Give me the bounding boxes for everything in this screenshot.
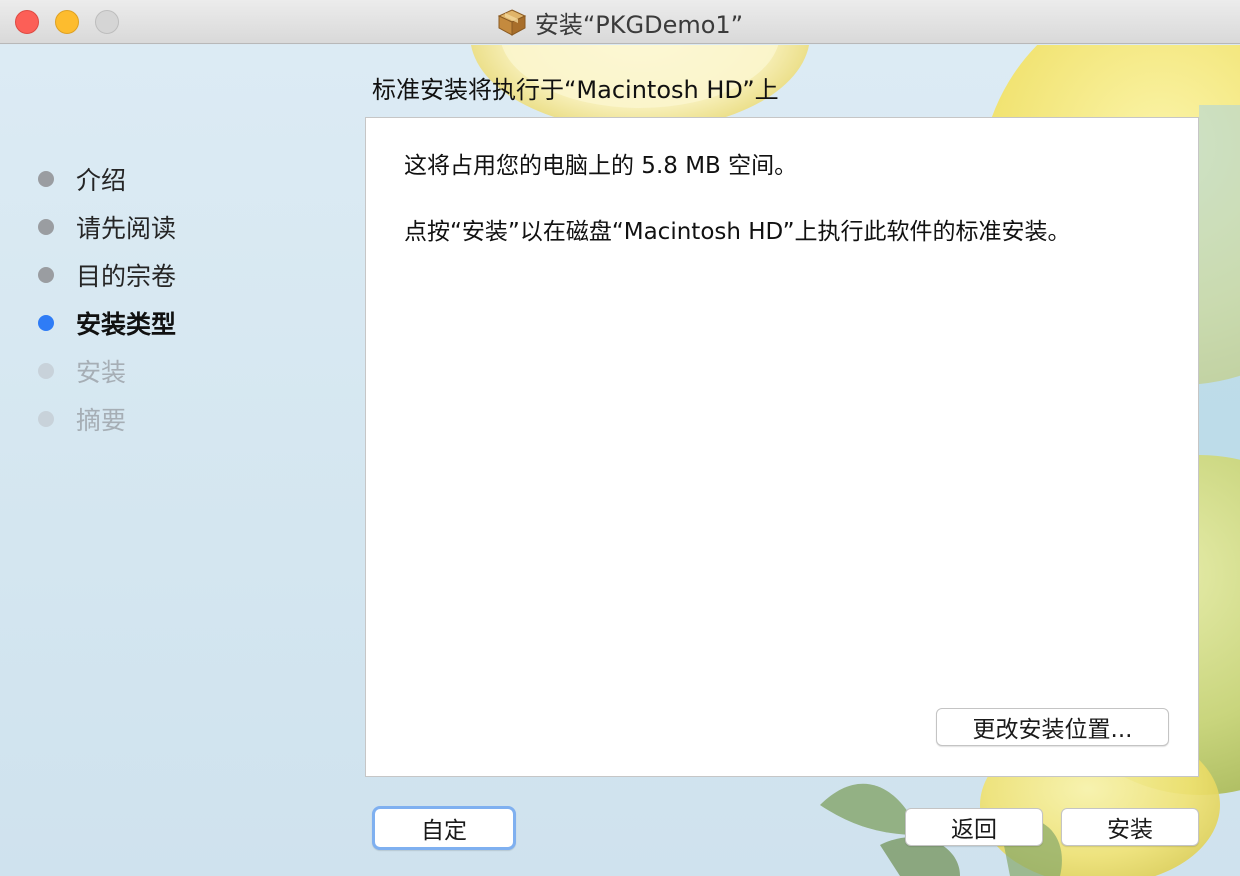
window-title-text: 安装“PKGDemo1” xyxy=(534,10,744,39)
installer-steps-sidebar: 介绍 请先阅读 目的宗卷 安装类型 安装 摘要 xyxy=(38,155,176,443)
step-label: 摘要 xyxy=(76,406,127,435)
step-dot-icon xyxy=(38,363,54,379)
install-instructions-text: 点按“安装”以在磁盘“Macintosh HD”上执行此软件的标准安装。 xyxy=(404,219,1071,245)
step-label: 目的宗卷 xyxy=(76,262,177,291)
change-install-location-button[interactable]: 更改安装位置... xyxy=(936,708,1169,746)
step-dot-icon xyxy=(38,219,54,235)
step-dot-icon xyxy=(38,411,54,427)
step-installation-type: 安装类型 xyxy=(38,299,176,347)
disk-usage-text: 这将占用您的电脑上的 5.8 MB 空间。 xyxy=(404,153,798,179)
step-destination: 目的宗卷 xyxy=(38,251,176,299)
step-read-me: 请先阅读 xyxy=(38,203,176,251)
content-panel: 这将占用您的电脑上的 5.8 MB 空间。 点按“安装”以在磁盘“Macinto… xyxy=(365,117,1199,777)
title-bar[interactable]: 安装“PKGDemo1” xyxy=(0,0,1240,44)
install-button[interactable]: 安装 xyxy=(1061,808,1199,846)
package-icon xyxy=(497,9,527,36)
step-installation: 安装 xyxy=(38,347,176,395)
window-title: 安装“PKGDemo1” xyxy=(0,0,1240,44)
step-label: 请先阅读 xyxy=(76,214,177,243)
step-introduction: 介绍 xyxy=(38,155,176,203)
installer-window: 安装“PKGDemo1” 介绍 请先阅读 目的宗卷 安装类型 安装 摘要 标准安… xyxy=(0,0,1240,876)
customize-button[interactable]: 自定 xyxy=(372,806,516,850)
step-dot-icon xyxy=(38,171,54,187)
page-title: 标准安装将执行于“Macintosh HD”上 xyxy=(372,76,779,104)
step-label: 安装类型 xyxy=(76,310,177,339)
back-button[interactable]: 返回 xyxy=(905,808,1043,846)
step-dot-icon xyxy=(38,315,54,331)
step-summary: 摘要 xyxy=(38,395,176,443)
step-dot-icon xyxy=(38,267,54,283)
step-label: 介绍 xyxy=(76,166,127,195)
step-label: 安装 xyxy=(76,358,127,387)
